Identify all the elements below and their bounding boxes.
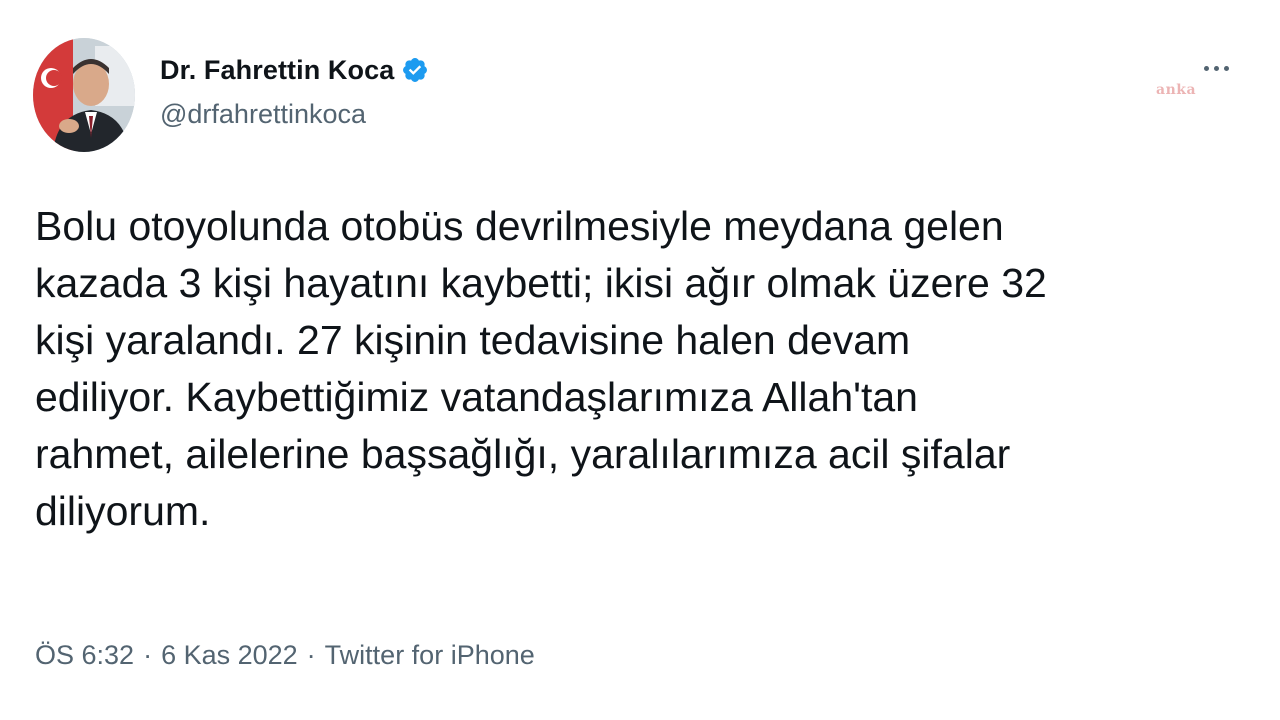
tweet-source[interactable]: Twitter for iPhone — [325, 640, 535, 671]
more-dots-icon — [1223, 65, 1229, 71]
avatar-photo — [33, 38, 135, 152]
more-dots-icon — [1203, 65, 1209, 71]
tweet-meta: ÖS 6:32 · 6 Kas 2022 · Twitter for iPhon… — [35, 640, 535, 671]
tweet-card: Dr. Fahrettin Koca @drfahrettinkoca anka… — [0, 0, 1280, 720]
tweet-text: Bolu otoyolunda otobüs devrilmesiyle mey… — [35, 203, 1047, 534]
author-name-row: Dr. Fahrettin Koca — [160, 52, 429, 88]
author-display-name[interactable]: Dr. Fahrettin Koca — [160, 55, 394, 86]
watermark-logo: anka — [1156, 82, 1197, 98]
tweet-date[interactable]: 6 Kas 2022 — [161, 640, 298, 671]
avatar[interactable] — [33, 38, 135, 152]
verified-badge-icon — [401, 56, 429, 84]
tweet-time[interactable]: ÖS 6:32 — [35, 640, 134, 671]
meta-separator: · — [306, 640, 316, 670]
more-options-button[interactable] — [1196, 56, 1236, 80]
meta-separator: · — [143, 640, 153, 670]
author-handle[interactable]: @drfahrettinkoca — [160, 99, 366, 130]
more-dots-icon — [1213, 65, 1219, 71]
